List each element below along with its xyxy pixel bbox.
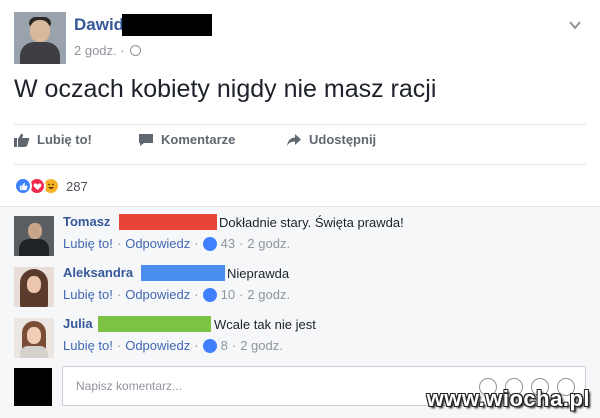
comment-icon (139, 133, 153, 146)
like-reaction-icon (14, 177, 32, 195)
comment-reply-link[interactable]: Odpowiedz (125, 338, 190, 353)
redacted-surname (98, 316, 211, 332)
share-arrow-icon (287, 133, 301, 146)
divider (0, 206, 600, 207)
like-label: Lubię to! (37, 132, 92, 147)
chevron-down-icon[interactable] (568, 18, 582, 32)
site-watermark: www.wiocha.pl (426, 386, 590, 411)
comment-item: Aleksandra Nieprawda Lubię to! · Odpowied… (14, 263, 586, 309)
comment-item: Julia Wcale tak nie jest Lubię to! · Odpo… (14, 314, 586, 360)
redacted-surname (141, 265, 225, 281)
comment-label: Komentarze (161, 132, 236, 147)
comment-text: Dokładnie stary. Święta prawda! (219, 215, 404, 230)
comment-time[interactable]: 2 godz. (240, 338, 283, 353)
post-meta: 2 godz. · (74, 43, 142, 58)
post-header: Dawid 2 godz. · (14, 12, 586, 64)
redacted-surname (122, 14, 212, 36)
comment-reply-link[interactable]: Odpowiedz (125, 236, 190, 251)
reactions-summary[interactable]: 287 (14, 175, 88, 197)
author-avatar[interactable] (14, 12, 66, 64)
redacted-surname (119, 214, 217, 230)
like-reaction-icon (202, 287, 217, 302)
commenter-avatar[interactable] (14, 267, 54, 307)
author-name[interactable]: Dawid (74, 15, 124, 35)
comment-like-count[interactable]: 43 (221, 236, 235, 251)
comment-like-link[interactable]: Lubię to! (63, 236, 113, 251)
comment-meta: Lubię to! · Odpowiedz · 10 · 2 godz. (63, 287, 291, 302)
comment-like-link[interactable]: Lubię to! (63, 287, 113, 302)
divider (14, 124, 586, 125)
comment-like-link[interactable]: Lubię to! (63, 338, 113, 353)
commenter-name[interactable]: Aleksandra (63, 265, 133, 280)
reaction-count: 287 (66, 178, 88, 194)
like-reaction-icon (202, 236, 217, 251)
comment-input-placeholder: Napisz komentarz... (76, 379, 183, 393)
commenter-name[interactable]: Julia (63, 316, 93, 331)
comment-meta: Lubię to! · Odpowiedz · 43 · 2 godz. (63, 236, 291, 251)
commenter-avatar[interactable] (14, 216, 54, 256)
viewer-avatar (14, 368, 52, 406)
globe-icon (130, 45, 142, 56)
share-button[interactable]: Udostępnij (286, 132, 376, 147)
share-label: Udostępnij (309, 132, 377, 147)
comment-item: Tomasz Dokładnie stary. Święta prawda! L… (14, 212, 586, 258)
comment-reply-link[interactable]: Odpowiedz (125, 287, 190, 302)
post-time[interactable]: 2 godz. · (74, 43, 125, 58)
comment-meta: Lubię to! · Odpowiedz · 8 · 2 godz. (63, 338, 283, 353)
like-button[interactable]: Lubię to! (14, 132, 92, 147)
commenter-name[interactable]: Tomasz (63, 214, 110, 229)
comment-time[interactable]: 2 godz. (247, 287, 290, 302)
comment-time[interactable]: 2 godz. (247, 236, 290, 251)
like-reaction-icon (202, 338, 217, 353)
divider (14, 164, 586, 165)
comment-text: Nieprawda (227, 266, 290, 281)
thumbs-up-icon (14, 133, 30, 147)
commenter-avatar[interactable] (14, 318, 54, 358)
comment-button[interactable]: Komentarze (138, 132, 235, 147)
comment-text: Wcale tak nie jest (214, 317, 316, 332)
action-bar: Lubię to! Komentarze Udostępnij (14, 132, 586, 156)
post-text: W oczach kobiety nigdy nie masz racji (14, 75, 437, 103)
comment-like-count[interactable]: 8 (221, 338, 228, 353)
comment-like-count[interactable]: 10 (221, 287, 235, 302)
